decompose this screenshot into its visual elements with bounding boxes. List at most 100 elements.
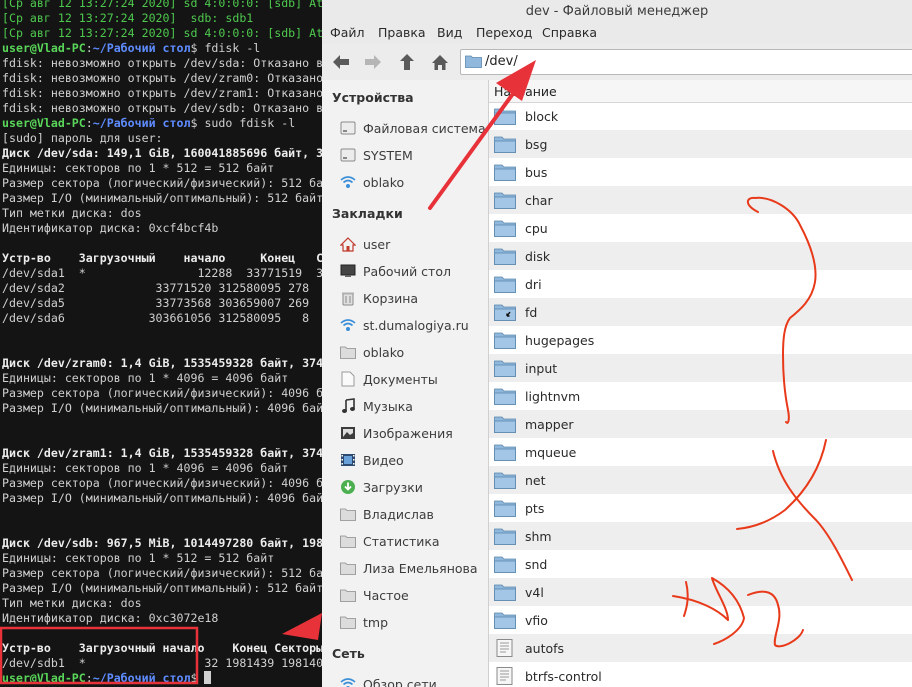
file-row[interactable]: mapper <box>489 410 912 438</box>
sidebar-item[interactable]: Частое <box>340 585 409 605</box>
arrow-left-icon <box>333 55 349 69</box>
terminal-text: Диск /dev/zram0: 1,4 GiB, 1535459328 бай… <box>2 356 324 370</box>
terminal-line: fdisk: невозможно открыть /dev/sdb: Отка… <box>2 101 323 116</box>
file-row[interactable]: bsg <box>489 130 912 158</box>
sidebar-item[interactable]: Музыка <box>340 396 413 416</box>
terminal-cursor <box>204 671 212 684</box>
terminal-text: Диск /dev/sdb: 967,5 MiB, 1014497280 бай… <box>2 536 324 550</box>
title-bar[interactable]: dev - Файловый менеджер <box>322 0 912 22</box>
sidebar-item[interactable]: Лиза Емельянова <box>340 558 478 578</box>
file-row[interactable]: net <box>489 466 912 494</box>
file-row[interactable]: block <box>489 102 912 130</box>
menu-go[interactable]: Переход <box>476 25 532 40</box>
terminal-line: Устр-во Загрузочный начало Конец С <box>2 251 323 266</box>
folder-icon <box>465 55 482 68</box>
column-header-name[interactable]: Название <box>489 80 912 103</box>
file-row[interactable]: mqueue <box>489 438 912 466</box>
menu-help[interactable]: Справка <box>542 25 597 40</box>
sidebar-item[interactable]: Загрузки <box>340 477 423 497</box>
terminal-text: Единицы: секторов по 1 * 4096 = 4096 бай… <box>2 461 289 475</box>
sidebar-item[interactable]: Изображения <box>340 423 453 443</box>
sidebar-item[interactable]: Владислав <box>340 504 434 524</box>
sidebar-item-label: SYSTEM <box>363 147 413 163</box>
terminal-text: [sudo] пароль для user: <box>2 131 163 145</box>
file-row[interactable]: char <box>489 186 912 214</box>
file-row[interactable]: disk <box>489 242 912 270</box>
trash-icon <box>340 290 356 306</box>
file-name: snd <box>525 556 548 572</box>
terminal-text: $ fdisk -l <box>190 41 261 55</box>
sidebar-item-label: Статистика <box>363 533 440 549</box>
file-row[interactable]: cpu <box>489 214 912 242</box>
terminal-text: Диск /dev/zram1: 1,4 GiB, 1535459328 бай… <box>2 446 324 460</box>
folder-icon <box>494 443 516 461</box>
column-header-label: Название <box>494 84 557 99</box>
file-row[interactable]: vfio <box>489 606 912 634</box>
terminal-text: ~/Рабочий стол <box>92 41 191 55</box>
sidebar-item-label: Музыка <box>363 398 413 414</box>
folder-icon <box>494 499 516 517</box>
sidebar-item[interactable]: tmp <box>340 612 388 632</box>
folder-link-icon <box>494 303 516 321</box>
sidebar-item[interactable]: Корзина <box>340 288 418 308</box>
file-row[interactable]: dri <box>489 270 912 298</box>
terminal-text: Размер I/O (минимальный/оптимальный): 51… <box>2 191 324 205</box>
sidebar-item[interactable]: Статистика <box>340 531 440 551</box>
sidebar-item[interactable]: oblako <box>340 172 404 192</box>
terminal-text: fdisk: невозможно открыть /dev/sda: Отка… <box>2 56 324 70</box>
sidebar-item[interactable]: Видео <box>340 450 404 470</box>
terminal-text: Тип метки диска: dos <box>2 596 142 610</box>
sidebar-item[interactable]: st.dumalogiya.ru <box>340 315 469 335</box>
arrow-right-icon <box>365 55 381 69</box>
file-row[interactable]: pts <box>489 494 912 522</box>
folder-icon <box>340 506 356 522</box>
terminal-text: Устр-во Загрузочный начало Конец Секторы <box>2 641 324 655</box>
terminal-line: Размер I/O (минимальный/оптимальный): 40… <box>2 401 323 416</box>
terminal-line: Диск /dev/sdb: 967,5 MiB, 1014497280 бай… <box>2 536 323 551</box>
folder-icon <box>494 611 516 629</box>
sidebar-item[interactable]: Документы <box>340 369 438 389</box>
terminal-line: [Ср авг 12 13:27:24 2020] sd 4:0:0:0: [s… <box>2 26 323 41</box>
menu-edit[interactable]: Правка <box>378 25 426 40</box>
terminal-window[interactable]: [Ср авг 12 13:27:24 2020] sd 4:0:0:0: [s… <box>0 0 330 687</box>
terminal-line: Размер I/O (минимальный/оптимальный): 51… <box>2 581 323 596</box>
back-button[interactable] <box>327 50 355 74</box>
terminal-text: Размер сектора (логический/физический): … <box>2 476 324 490</box>
file-row[interactable]: input <box>489 354 912 382</box>
sidebar-item[interactable]: user <box>340 234 390 254</box>
terminal-text: Единицы: секторов по 1 * 4096 = 4096 бай… <box>2 371 289 385</box>
file-row[interactable]: btrfs-control <box>489 662 912 687</box>
file-name: hugepages <box>525 332 595 348</box>
sidebar-item[interactable]: Рабочий стол <box>340 261 451 281</box>
sidebar-item[interactable]: Обзор сети <box>340 674 437 687</box>
download-icon <box>340 479 356 495</box>
file-row[interactable]: snd <box>489 550 912 578</box>
location-bar[interactable]: /dev/ <box>460 49 912 75</box>
terminal-text: ~/Рабочий стол <box>92 671 191 685</box>
sidebar-item[interactable]: oblako <box>340 342 404 362</box>
file-row[interactable]: hugepages <box>489 326 912 354</box>
folder-icon <box>494 583 516 601</box>
file-row[interactable]: lightnvm <box>489 382 912 410</box>
forward-button[interactable] <box>359 50 387 74</box>
folder-icon <box>494 107 516 125</box>
file-name: cpu <box>525 220 548 236</box>
file-row[interactable]: autofs <box>489 634 912 662</box>
terminal-text: /dev/sda2 33771520 312580095 278 <box>2 281 310 295</box>
file-row[interactable]: v4l <box>489 578 912 606</box>
folder-icon <box>494 135 516 153</box>
menu-file[interactable]: Файл <box>330 25 365 40</box>
sidebar-item[interactable]: SYSTEM <box>340 145 413 165</box>
terminal-text: Единицы: секторов по 1 * 512 = 512 байт <box>2 551 275 565</box>
file-row[interactable]: bus <box>489 158 912 186</box>
file-name: vfio <box>525 612 548 628</box>
up-button[interactable] <box>393 50 421 74</box>
folder-icon <box>494 331 516 349</box>
home-button[interactable] <box>426 50 454 74</box>
menu-view[interactable]: Вид <box>437 25 462 40</box>
sidebar-item-label: tmp <box>363 614 389 630</box>
file-row[interactable]: shm <box>489 522 912 550</box>
file-row[interactable]: fd <box>489 298 912 326</box>
sidebar-item[interactable]: Файловая система <box>340 118 486 138</box>
terminal-text: Размер I/O (минимальный/оптимальный): 40… <box>2 401 324 415</box>
